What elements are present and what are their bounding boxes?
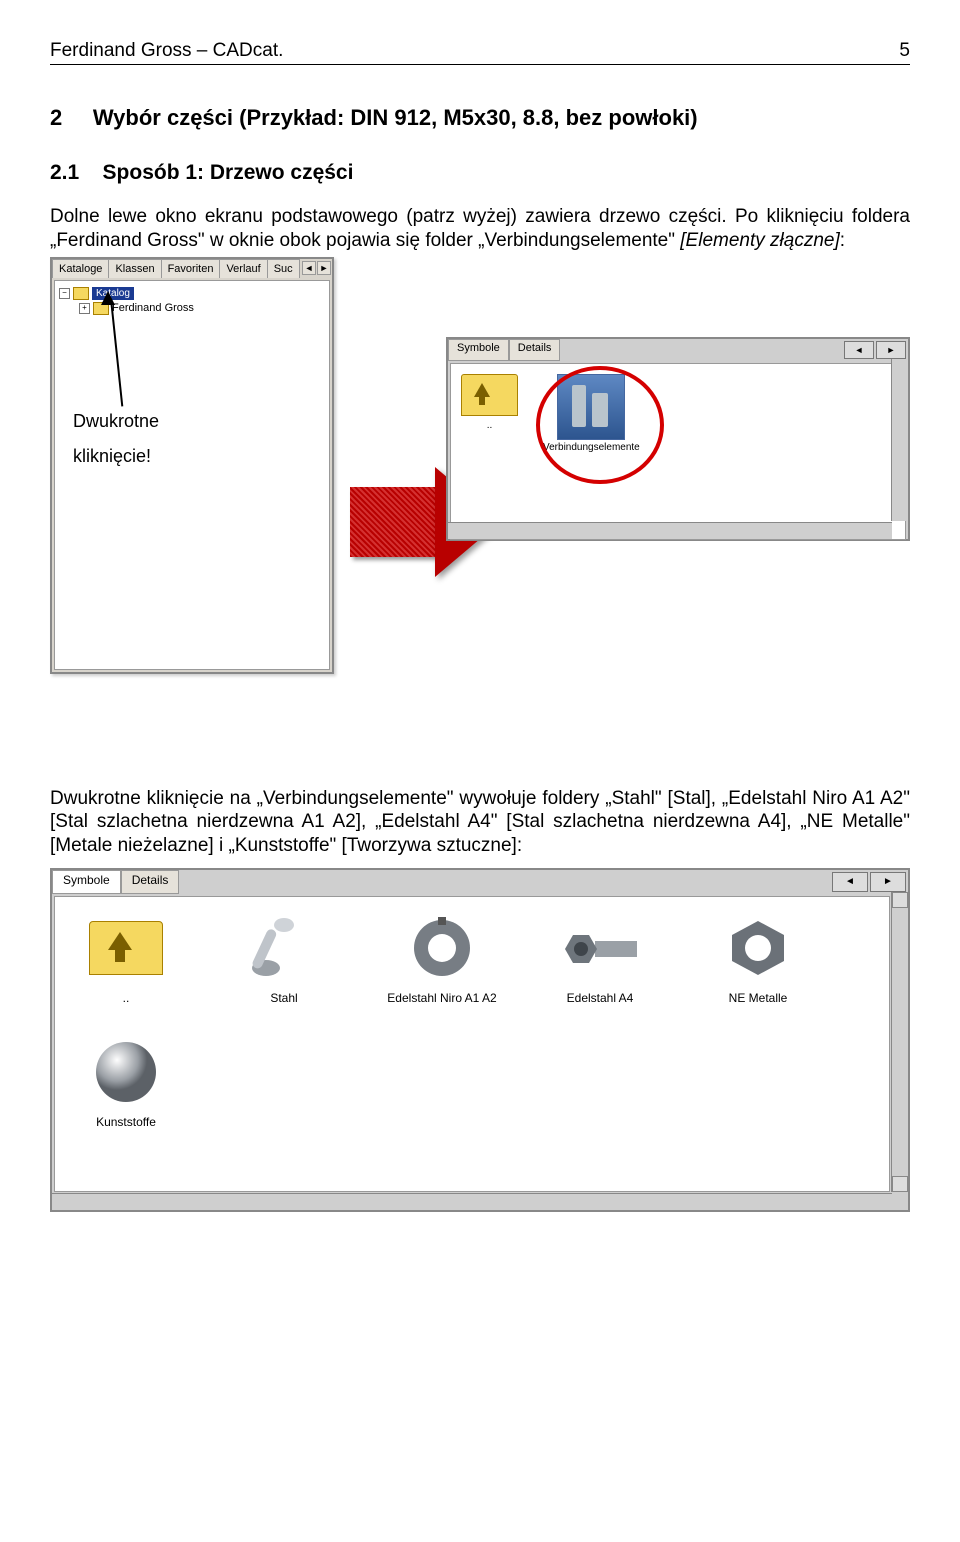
scrollbar-horizontal[interactable] (52, 1193, 892, 1210)
page-header: Ferdinand Gross – CADcat. 5 (50, 40, 910, 65)
catalog-item-edelstahl-a4[interactable]: Edelstahl A4 (545, 909, 655, 1005)
collapse-icon[interactable]: − (59, 288, 70, 299)
up-folder-item[interactable]: .. (461, 374, 518, 431)
fasteners-icon (557, 374, 625, 440)
catalog-item-edelstahl-a1a2[interactable]: Edelstahl Niro A1 A2 (387, 909, 497, 1005)
sphere-icon (79, 1033, 174, 1111)
tab-klassen[interactable]: Klassen (108, 259, 161, 278)
tab-favoriten[interactable]: Favoriten (161, 259, 221, 278)
tree-tabs: Kataloge Klassen Favoriten Verlauf Suc ◄… (52, 259, 332, 278)
tree-panel: Kataloge Klassen Favoriten Verlauf Suc ◄… (50, 257, 334, 674)
up-folder-icon (461, 374, 518, 416)
folder-icon (73, 287, 89, 300)
tree-node-ferdinand-gross[interactable]: Ferdinand Gross (112, 302, 194, 314)
catalog-item-ne-metalle[interactable]: NE Metalle (703, 909, 813, 1005)
callout-text: Dwukrotne kliknięcie! (73, 411, 159, 467)
bolt-icon (237, 909, 332, 987)
tab-kataloge[interactable]: Kataloge (52, 259, 109, 278)
callout-arrowhead-icon (101, 291, 115, 305)
scrollbar-vertical[interactable] (891, 892, 908, 1192)
catalog-panel: Symbole Details ◄ ► .. Stahl (50, 868, 910, 1212)
tab-details[interactable]: Details (509, 339, 561, 361)
header-title: Ferdinand Gross – CADcat. (50, 40, 283, 62)
verbindungselemente-item[interactable]: Verbindungselemente (543, 374, 640, 453)
catalog-item-stahl[interactable]: Stahl (229, 909, 339, 1005)
hexnut-icon (711, 909, 806, 987)
tab-suche[interactable]: Suc (267, 259, 300, 278)
tab-symbole[interactable]: Symbole (448, 339, 509, 361)
catalog-item-kunststoffe[interactable]: Kunststoffe (71, 1033, 181, 1129)
section-heading: 2 Wybór części (Przykład: DIN 912, M5x30… (50, 105, 910, 131)
paragraph-2: Dwukrotne kliknięcie na „Verbindungselem… (50, 787, 910, 858)
nav-left-icon[interactable]: ◄ (844, 341, 874, 359)
tabscroll-left-icon[interactable]: ◄ (302, 261, 316, 275)
subsection-heading: 2.1 Sposób 1: Drzewo części (50, 161, 910, 185)
up-folder-item[interactable]: .. (71, 909, 181, 1005)
scrollbar-horizontal[interactable] (448, 522, 892, 539)
page-number: 5 (899, 40, 910, 62)
up-folder-icon (89, 921, 163, 975)
preview-panel: Symbole Details ◄ ► .. Verbindungselemen… (446, 337, 910, 541)
nav-left-icon[interactable]: ◄ (832, 872, 868, 892)
paragraph-1: Dolne lewe okno ekranu podstawowego (pat… (50, 205, 910, 253)
nav-right-icon[interactable]: ► (876, 341, 906, 359)
tab-symbole[interactable]: Symbole (52, 870, 121, 894)
collar-icon (395, 909, 490, 987)
tree-area: − Katalog + Ferdinand Gross Dwukrotne kl… (54, 280, 330, 670)
expand-icon[interactable]: + (79, 303, 90, 314)
tab-details[interactable]: Details (121, 870, 180, 894)
hexbolt-icon (553, 909, 648, 987)
scrollbar-vertical[interactable] (891, 359, 908, 521)
tabscroll-right-icon[interactable]: ► (317, 261, 331, 275)
tab-verlauf[interactable]: Verlauf (219, 259, 267, 278)
callout-arrow-line (110, 298, 123, 406)
nav-right-icon[interactable]: ► (870, 872, 906, 892)
